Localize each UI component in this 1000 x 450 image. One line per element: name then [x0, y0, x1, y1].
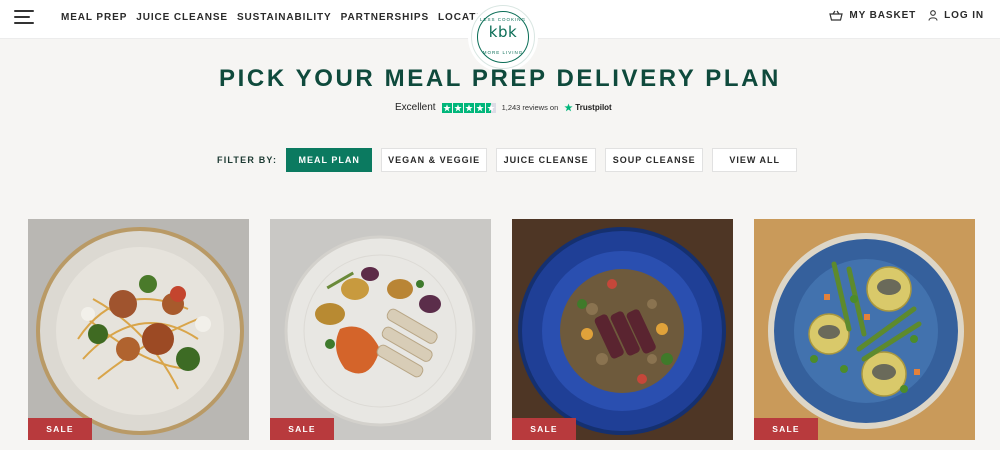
logo-tagline-top: LESS COOKING — [479, 17, 526, 22]
filter-juice-cleanse-button[interactable]: JUICE CLEANSE — [496, 148, 597, 172]
user-icon — [928, 10, 938, 21]
star-icon — [441, 102, 452, 113]
spaghetti-chicken-image — [28, 219, 249, 440]
logo-tagline-bottom: MORE LIVING — [482, 50, 524, 55]
basket-icon — [829, 10, 844, 21]
star-icon — [474, 102, 485, 113]
trustpilot-rating-text: Excellent — [395, 102, 436, 113]
trustpilot-review-count: 1,243 reviews on — [501, 103, 559, 112]
product-card[interactable]: SALE — [270, 219, 491, 440]
login-button[interactable]: LOG IN — [928, 10, 984, 21]
filter-bar: FILTER BY: MEAL PLAN VEGAN & VEGGIE JUIC… — [217, 148, 806, 172]
account-nav: MY BASKET LOG IN — [829, 10, 984, 21]
sale-badge: SALE — [754, 418, 818, 440]
filter-label: FILTER BY: — [217, 155, 278, 165]
page-title: PICK YOUR MEAL PREP DELIVERY PLAN — [219, 65, 781, 92]
login-label: LOG IN — [944, 10, 984, 21]
filter-vegan-veggie-button[interactable]: VEGAN & VEGGIE — [381, 148, 488, 172]
nav-partnerships[interactable]: PARTNERSHIPS — [341, 12, 429, 23]
filter-soup-cleanse-button[interactable]: SOUP CLEANSE — [605, 148, 704, 172]
product-card[interactable]: SALE — [28, 219, 249, 440]
kbk-logo[interactable]: LESS COOKING kbk MORE LIVING — [471, 5, 535, 69]
trustpilot-widget[interactable]: Excellent 1,243 reviews on Trustpilot — [395, 102, 612, 113]
star-icon — [463, 102, 474, 113]
trustpilot-stars — [441, 102, 496, 113]
trustpilot-brand: Trustpilot — [564, 103, 612, 112]
frittata-asparagus-image — [754, 219, 975, 440]
sale-badge: SALE — [28, 418, 92, 440]
nav-juice-cleanse[interactable]: JUICE CLEANSE — [136, 12, 228, 23]
main-nav: MEAL PREP JUICE CLEANSE SUSTAINABILITY P… — [61, 12, 504, 23]
basket-button[interactable]: MY BASKET — [829, 10, 916, 21]
steak-grain-salad-image — [512, 219, 733, 440]
product-card[interactable]: SALE — [512, 219, 733, 440]
trustpilot-star-icon — [564, 103, 573, 112]
basket-label: MY BASKET — [849, 10, 917, 21]
sale-badge: SALE — [512, 418, 576, 440]
half-star-icon — [485, 102, 496, 113]
roast-vegetables-chicken-image — [270, 219, 491, 440]
menu-icon[interactable] — [14, 10, 34, 26]
star-icon — [452, 102, 463, 113]
filter-meal-plan-button[interactable]: MEAL PLAN — [286, 148, 373, 172]
nav-sustainability[interactable]: SUSTAINABILITY — [237, 12, 332, 23]
trustpilot-brand-label: Trustpilot — [575, 103, 612, 112]
sale-badge: SALE — [270, 418, 334, 440]
product-card[interactable]: SALE — [754, 219, 975, 440]
nav-meal-prep[interactable]: MEAL PREP — [61, 12, 127, 23]
filter-view-all-button[interactable]: VIEW ALL — [712, 148, 798, 172]
logo-mark: kbk — [488, 23, 518, 41]
